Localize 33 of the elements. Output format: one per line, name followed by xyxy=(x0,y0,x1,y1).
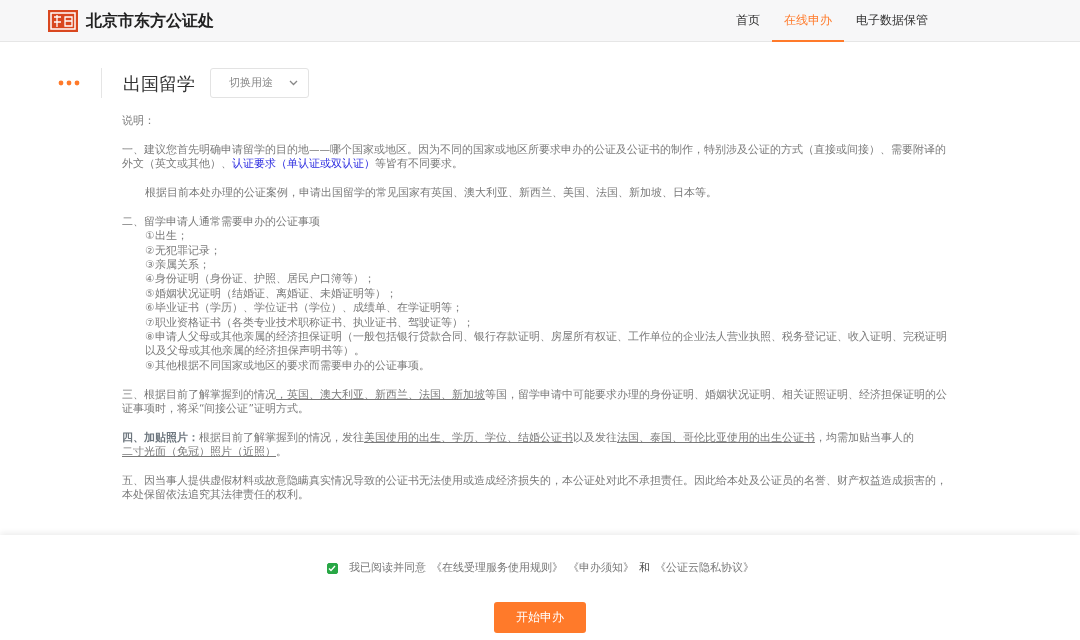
nav-tab[interactable]: 电子数据保管 xyxy=(844,0,940,42)
agreement-link[interactable]: 《在线受理服务使用规则》 xyxy=(430,560,563,577)
list-item: ⑨其他根据不同国家或地区的要求而需要申办的公证事项。 xyxy=(144,357,431,373)
paragraph: 一、建议您首先明确申请留学的目的地——哪个国家或地区。因为不同的国家或地区所要求申办的公证及公证书的制作，特别涉及公证的方式（直接或间接）、需要附译的外文（英文或其他）、认证要求（单认证或双认证）等皆有不同要求。 xyxy=(122,141,948,171)
list-heading: 二、留学申请人通常需要申办的公证事项 xyxy=(122,213,321,229)
paragraph: 三、根据目前了解掌握到的情况，英国、澳大利亚、新西兰、法国、新加坡等国，留学申请中可能要求办理的身份证明、婚姻状况证明、相关证照证明、经济担保证明的公证事项时，将采“间接公证”证明方式。 xyxy=(122,386,948,416)
list-item: ⑤婚姻状况证明（结婚证、离婚证、未婚证明等）； xyxy=(144,285,398,301)
paragraph: 说明： xyxy=(122,113,156,128)
list-item: ⑥毕业证书（学历）、学位证书（学位）、成绩单、在学证明等； xyxy=(144,300,464,315)
list-item: ①出生； xyxy=(144,228,189,243)
nav-tab[interactable]: 在线申办 xyxy=(772,0,844,42)
site-title: 北京市东方公证处 xyxy=(86,9,214,32)
paragraph: 五、因当事人提供虚假材料或故意隐瞒真实情况导致的公证书无法使用或造成经济损失的，本公证处对此不承担责任。因此给本处及公证员的名誉、财产权益造成损害的，本处保留依法追究其法律责任的权利。 xyxy=(122,473,948,502)
agree-checkbox[interactable] xyxy=(326,562,338,574)
agreement-text: 我已阅读并同意 xyxy=(348,560,426,576)
agreement-text: 和 xyxy=(638,560,650,576)
list-item: ⑧申请人父母或其他亲属的经济担保证明（一般包括银行贷款合同、银行存款证明、房屋所有权证、工作单位的企业法人营业执照、税务登记证、收入证明、完税证明以及父母或其他亲属的经济担保声明书等）。 xyxy=(144,329,948,358)
list-item: ④身份证明（身份证、护照、居民户口簿等）； xyxy=(144,271,376,286)
nav-tab[interactable]: 首页 xyxy=(724,0,772,42)
list-item: ⑦职业资格证书（各类专业技术职称证书、执业证书、驾驶证等）； xyxy=(144,314,475,330)
agreement-link[interactable]: 《申办须知》 xyxy=(567,560,634,577)
more-icon[interactable] xyxy=(58,80,80,86)
agreement-link[interactable]: 《公证云隐私协议》 xyxy=(654,560,754,577)
list-item: ②无犯罪记录； xyxy=(144,242,222,257)
list-item: ③亲属关系； xyxy=(144,257,211,272)
start-button[interactable]: 开始申办 xyxy=(494,601,586,633)
certification-link[interactable]: 认证要求（单认证或双认证） xyxy=(232,157,375,170)
chevron-down-icon xyxy=(289,80,298,86)
paragraph: 根据目前本处办理的公证案例，申请出国留学的常见国家有英国、澳大利亚、新西兰、美国、法国、新加坡、日本等。 xyxy=(144,185,719,200)
logo-icon xyxy=(48,9,78,32)
purpose-dropdown[interactable]: 切换用途 xyxy=(210,68,309,98)
paragraph: 四、加贴照片：根据目前了解掌握到的情况，发往美国使用的出生、学历、学位、结婚公证书以及发往法国、泰国、哥伦比亚使用的出生公证书，均需加贴当事人的 二寸光面（免冠）照片（近照）。 xyxy=(122,429,915,459)
page-title: 出国留学 xyxy=(123,71,195,96)
